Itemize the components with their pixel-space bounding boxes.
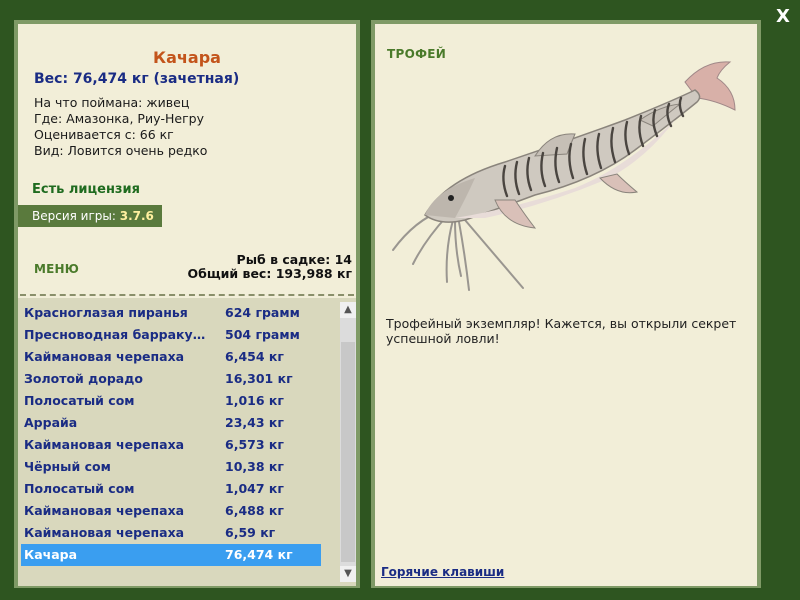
catch-fish-name: Золотой дорадо <box>24 371 143 386</box>
catch-row[interactable]: Каймановая черепаха 6,454 кг <box>21 346 321 368</box>
catch-fish-weight: 16,301 кг <box>225 371 293 386</box>
catch-row[interactable]: Пресноводная барраку… 504 грамм <box>21 324 321 346</box>
menu-button[interactable]: МЕНЮ <box>34 262 79 276</box>
version-label: Версия игры: <box>32 209 120 223</box>
scroll-thumb[interactable] <box>341 342 355 562</box>
license-status: Есть лицензия <box>32 182 140 197</box>
catch-fish-weight: 1,047 кг <box>225 481 284 496</box>
catch-fish-weight: 23,43 кг <box>225 415 284 430</box>
catch-fish-name: Полосатый сом <box>24 393 135 408</box>
fish-illustration <box>392 61 736 291</box>
fish-weight: Вес: 76,474 кг (зачетная) <box>34 71 240 87</box>
close-icon[interactable]: X <box>776 6 790 27</box>
catch-fish-weight: 76,474 кг <box>225 547 293 562</box>
catch-row[interactable]: Полосатый сом 1,047 кг <box>21 478 321 500</box>
catch-row[interactable]: Качара 76,474 кг <box>21 544 321 566</box>
catch-row[interactable]: Чёрный сом 10,38 кг <box>21 456 321 478</box>
location-info: Где: Амазонка, Риу-Негру <box>34 111 204 126</box>
catch-row[interactable]: Каймановая черепаха 6,573 кг <box>21 434 321 456</box>
catch-row[interactable]: Красноглазая пиранья 624 грамм <box>21 302 321 324</box>
catch-fish-weight: 6,488 кг <box>225 503 284 518</box>
catch-row[interactable]: Каймановая черепаха 6,59 кг <box>21 522 321 544</box>
trophy-message: Трофейный экземпляр! Кажется, вы открыли… <box>386 316 737 346</box>
keepnet-count: Рыб в садке: 14 <box>236 252 352 267</box>
fish-name-title: Качара <box>153 48 221 67</box>
game-version-bar: Версия игры: 3.7.6 <box>18 205 162 227</box>
list-scrollbar[interactable]: ▲ ▼ <box>340 302 356 582</box>
version-value: 3.7.6 <box>119 209 154 223</box>
catch-fish-name: Красноглазая пиранья <box>24 305 188 320</box>
valued-from-info: Оценивается с: 66 кг <box>34 127 174 142</box>
close-button[interactable]: X <box>772 6 794 28</box>
dashed-divider <box>20 294 354 296</box>
catch-fish-name: Каймановая черепаха <box>24 437 185 452</box>
hotkeys-link[interactable]: Горячие клавиши <box>381 565 504 579</box>
catch-row[interactable]: Золотой дорадо 16,301 кг <box>21 368 321 390</box>
catch-fish-weight: 10,38 кг <box>225 459 284 474</box>
catch-fish-name: Полосатый сом <box>24 481 135 496</box>
catch-row[interactable]: Аррайа 23,43 кг <box>21 412 321 434</box>
scroll-up-icon[interactable]: ▲ <box>340 302 356 318</box>
catch-fish-weight: 504 грамм <box>225 327 300 342</box>
bait-info: На что поймана: живец <box>34 95 190 110</box>
catch-fish-weight: 6,573 кг <box>225 437 284 452</box>
catch-fish-weight: 6,59 кг <box>225 525 276 540</box>
catch-fish-name: Каймановая черепаха <box>24 503 185 518</box>
catch-fish-name: Каймановая черепаха <box>24 525 185 540</box>
catch-fish-weight: 1,016 кг <box>225 393 284 408</box>
catch-fish-name: Пресноводная барраку… <box>24 327 206 342</box>
scroll-down-icon[interactable]: ▼ <box>340 566 356 582</box>
catch-fish-weight: 624 грамм <box>225 305 300 320</box>
catch-fish-name: Каймановая черепаха <box>24 349 185 364</box>
catch-row[interactable]: Каймановая черепаха 6,488 кг <box>21 500 321 522</box>
catch-row[interactable]: Полосатый сом 1,016 кг <box>21 390 321 412</box>
catch-fish-name: Чёрный сом <box>24 459 111 474</box>
catch-fish-name: Аррайа <box>24 415 78 430</box>
keepnet-total-weight: Общий вес: 193,988 кг <box>187 266 353 281</box>
catch-fish-weight: 6,454 кг <box>225 349 284 364</box>
catch-fish-name: Качара <box>24 547 78 562</box>
rarity-info: Вид: Ловится очень редко <box>34 143 208 158</box>
